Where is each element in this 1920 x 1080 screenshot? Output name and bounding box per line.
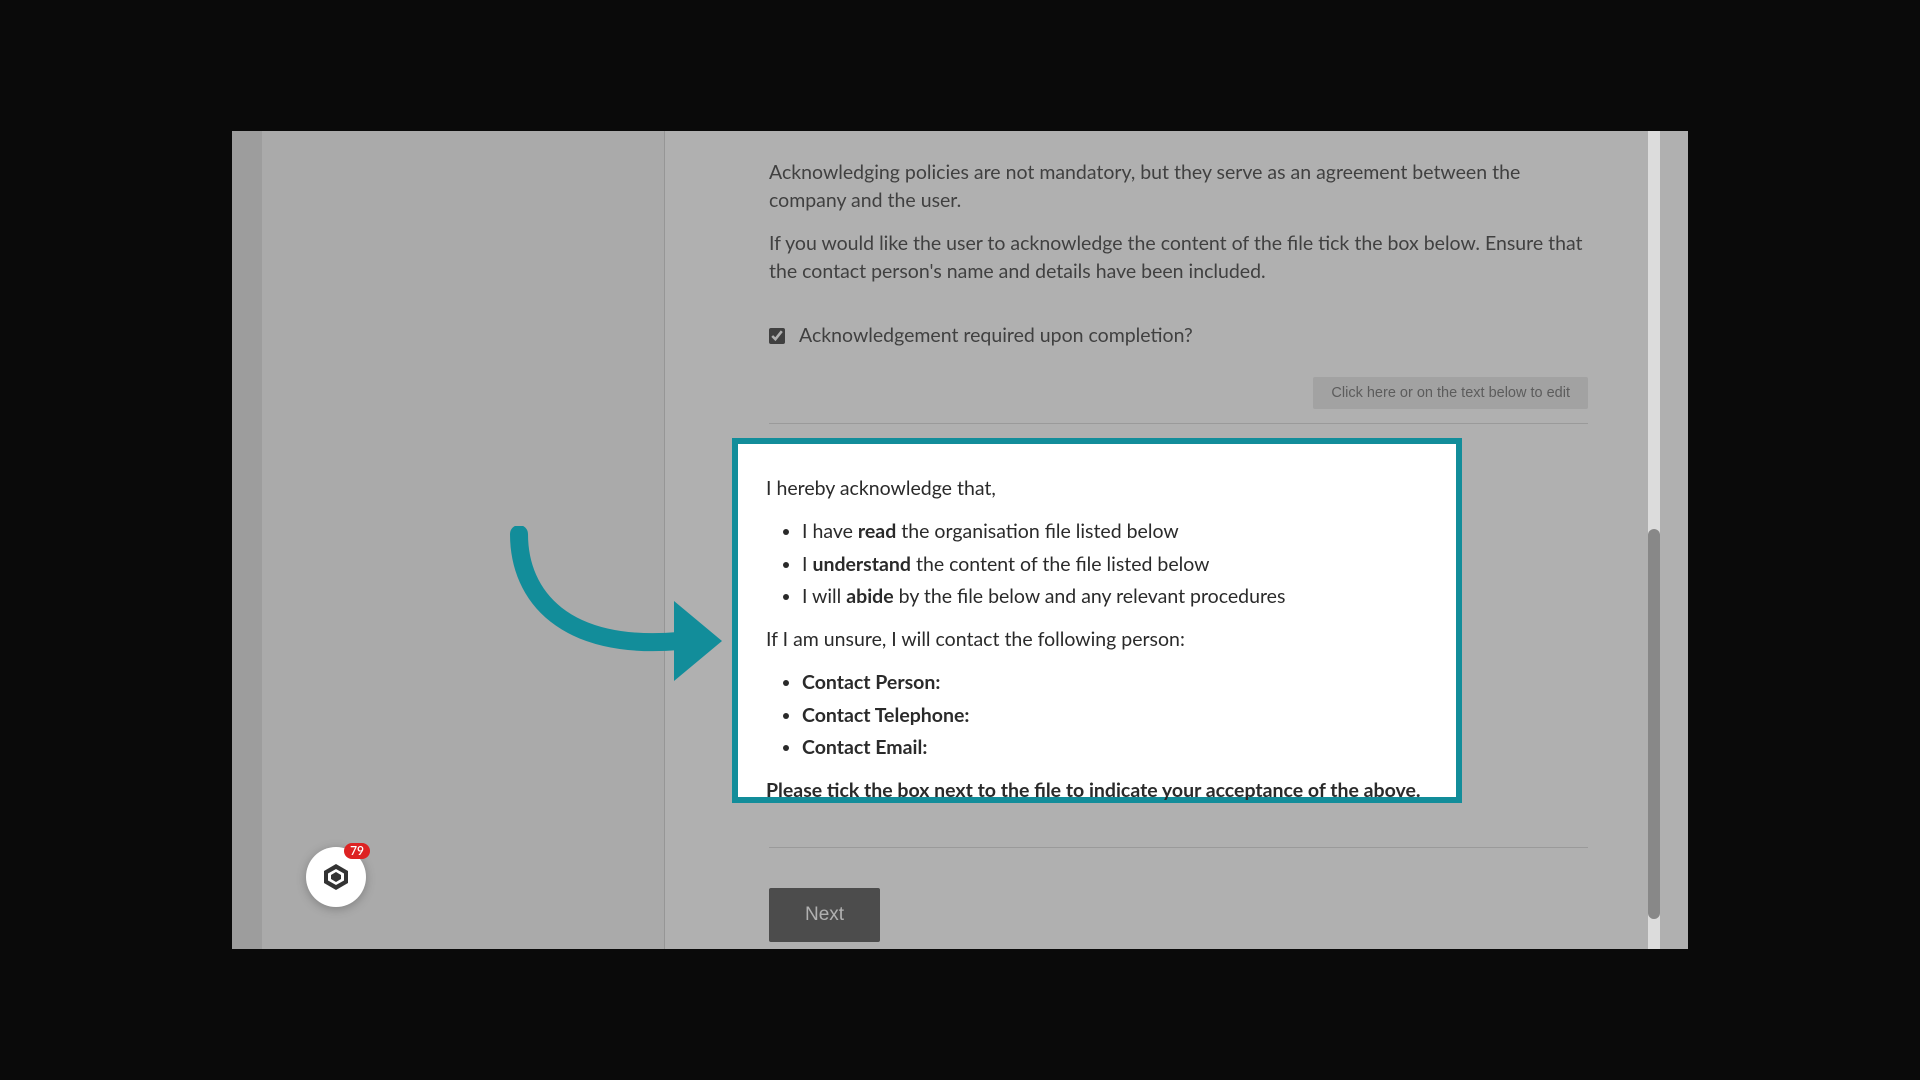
- callout-arrow-icon: [504, 526, 729, 691]
- ack-unsure: If I am unsure, I will contact the follo…: [766, 625, 1428, 654]
- ack-bullet: I understand the content of the file lis…: [802, 550, 1428, 579]
- notification-badge: 79: [344, 843, 370, 859]
- acknowledgement-highlight-box: I hereby acknowledge that, I have read t…: [732, 438, 1462, 803]
- scrollbar-thumb[interactable]: [1648, 529, 1660, 919]
- ack-contacts: Contact Person: Contact Telephone: Conta…: [802, 668, 1428, 762]
- ack-bullet: I have read the organisation file listed…: [802, 517, 1428, 546]
- contact-person: Contact Person:: [802, 668, 1428, 697]
- ack-closing: Please tick the box next to the file to …: [766, 776, 1428, 805]
- help-widget-button[interactable]: 79: [306, 847, 366, 907]
- divider: [769, 847, 1588, 848]
- ack-bullet: I will abide by the file below and any r…: [802, 582, 1428, 611]
- contact-telephone: Contact Telephone:: [802, 701, 1428, 730]
- logo-icon: [320, 861, 352, 893]
- ack-bullets: I have read the organisation file listed…: [802, 517, 1428, 611]
- next-button[interactable]: Next: [769, 888, 880, 942]
- ack-opening: I hereby acknowledge that,: [766, 474, 1428, 503]
- acknowledgement-required-checkbox[interactable]: [769, 328, 785, 344]
- acknowledgement-required-row: Acknowledgement required upon completion…: [769, 324, 1588, 347]
- intro-paragraph-2: If you would like the user to acknowledg…: [769, 230, 1588, 287]
- acknowledgement-required-label: Acknowledgement required upon completion…: [799, 324, 1193, 347]
- intro-paragraph-1: Acknowledging policies are not mandatory…: [769, 159, 1588, 216]
- contact-email: Contact Email:: [802, 733, 1428, 762]
- edit-text-button[interactable]: Click here or on the text below to edit: [1313, 377, 1588, 409]
